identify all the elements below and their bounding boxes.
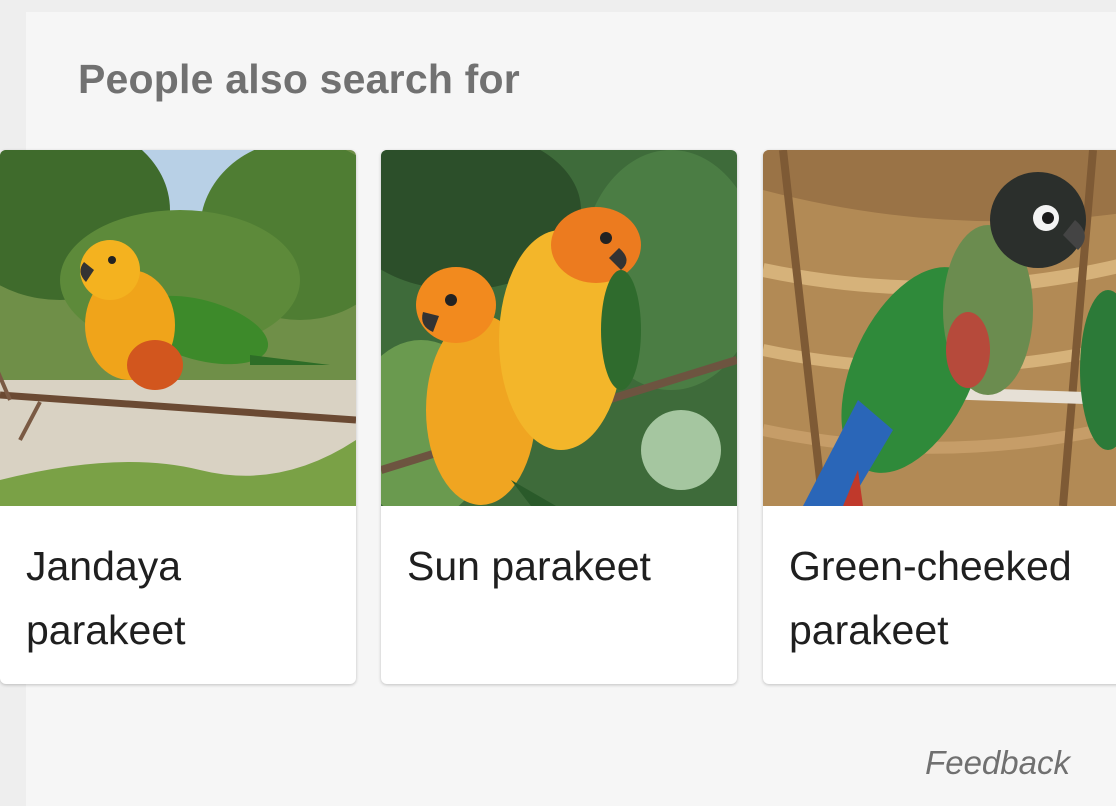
card-label: Jandaya parakeet bbox=[26, 543, 186, 653]
result-card-green-cheeked-parakeet[interactable]: Green-cheeked parakeet bbox=[763, 150, 1116, 684]
section-title: People also search for bbox=[78, 56, 520, 102]
card-label: Green-cheeked parakeet bbox=[789, 543, 1072, 653]
result-card-sun-parakeet[interactable]: Sun parakeet bbox=[381, 150, 737, 684]
jandaya-parakeet-photo bbox=[0, 150, 356, 506]
green-cheeked-parakeet-photo bbox=[763, 150, 1116, 506]
feedback-link[interactable]: Feedback bbox=[925, 744, 1070, 782]
sun-parakeet-photo bbox=[381, 150, 737, 506]
card-label: Sun parakeet bbox=[407, 543, 651, 589]
result-card-jandaya-parakeet[interactable]: Jandaya parakeet bbox=[0, 150, 356, 684]
